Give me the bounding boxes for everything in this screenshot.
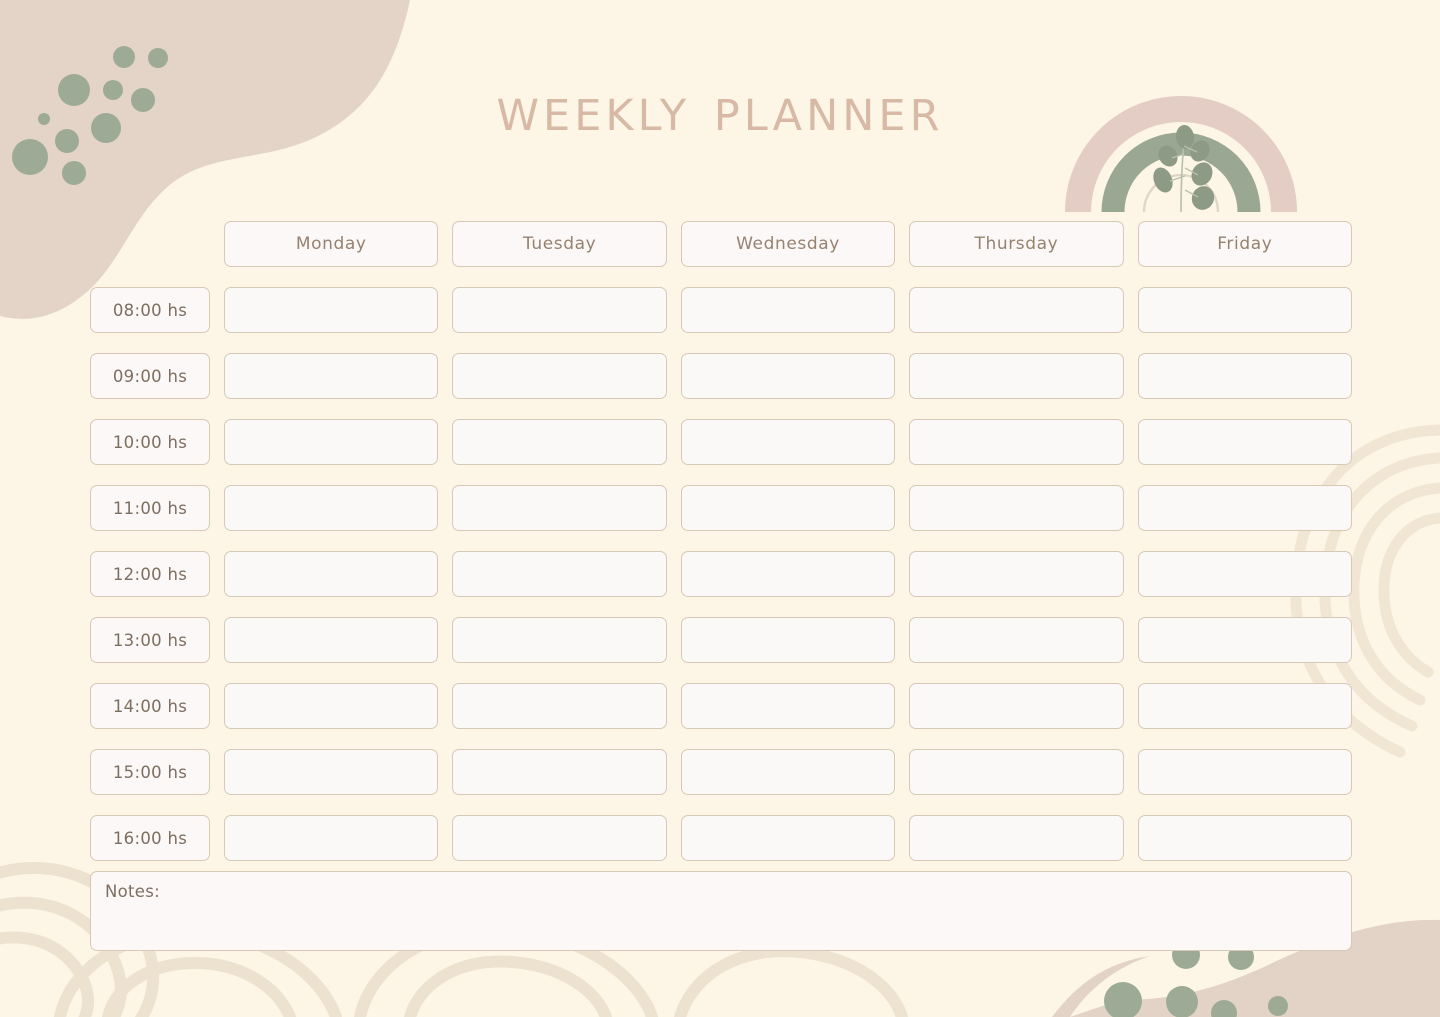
slot-1000-tuesday[interactable] [452, 419, 667, 465]
table-row: 12:00 hs [90, 551, 1353, 597]
table-row: 09:00 hs [90, 353, 1353, 399]
slot-1400-tuesday[interactable] [452, 683, 667, 729]
bottom-right-blob-tail-icon [1052, 956, 1150, 1017]
bottom-right-dots-icon [1104, 941, 1288, 1017]
slot-1600-tuesday[interactable] [452, 815, 667, 861]
slot-1600-friday[interactable] [1137, 815, 1353, 861]
day-header-wednesday[interactable]: Wednesday [680, 221, 896, 267]
day-header-friday[interactable]: Friday [1137, 221, 1353, 267]
slot-1500-monday[interactable] [224, 749, 439, 795]
slot-1300-monday[interactable] [224, 617, 439, 663]
table-row: 08:00 hs [90, 287, 1353, 333]
time-label-1400: 14:00 hs [90, 683, 210, 729]
slot-0800-thursday[interactable] [909, 287, 1124, 333]
day-header-row: Monday Tuesday Wednesday Thursday Friday [90, 221, 1353, 267]
slot-1400-friday[interactable] [1137, 683, 1353, 729]
table-row: 15:00 hs [90, 749, 1353, 795]
slot-1300-wednesday[interactable] [680, 617, 896, 663]
slot-0800-tuesday[interactable] [452, 287, 667, 333]
slot-1000-friday[interactable] [1137, 419, 1353, 465]
time-label-1000: 10:00 hs [90, 419, 210, 465]
slot-1200-wednesday[interactable] [680, 551, 896, 597]
slot-0900-friday[interactable] [1137, 353, 1353, 399]
slot-0800-monday[interactable] [224, 287, 439, 333]
slot-1000-wednesday[interactable] [680, 419, 896, 465]
time-label-0800: 08:00 hs [90, 287, 210, 333]
slot-1300-friday[interactable] [1137, 617, 1353, 663]
notes-field[interactable]: Notes: [90, 871, 1352, 951]
table-row: 16:00 hs [90, 815, 1353, 861]
time-label-1200: 12:00 hs [90, 551, 210, 597]
slot-0900-wednesday[interactable] [680, 353, 896, 399]
slot-1300-thursday[interactable] [909, 617, 1124, 663]
table-row: 13:00 hs [90, 617, 1353, 663]
time-label-1300: 13:00 hs [90, 617, 210, 663]
slot-1500-thursday[interactable] [909, 749, 1124, 795]
slot-1100-monday[interactable] [224, 485, 439, 531]
slot-1200-friday[interactable] [1137, 551, 1353, 597]
slot-1600-thursday[interactable] [909, 815, 1124, 861]
slot-1100-thursday[interactable] [909, 485, 1124, 531]
time-label-0900: 09:00 hs [90, 353, 210, 399]
slot-0900-monday[interactable] [224, 353, 439, 399]
slot-1200-tuesday[interactable] [452, 551, 667, 597]
slot-1600-wednesday[interactable] [680, 815, 896, 861]
day-header-thursday[interactable]: Thursday [909, 221, 1124, 267]
table-row: 11:00 hs [90, 485, 1353, 531]
slot-1100-wednesday[interactable] [680, 485, 896, 531]
slot-0900-thursday[interactable] [909, 353, 1124, 399]
slot-1400-monday[interactable] [224, 683, 439, 729]
slot-1200-thursday[interactable] [909, 551, 1124, 597]
slot-1300-tuesday[interactable] [452, 617, 667, 663]
time-label-1100: 11:00 hs [90, 485, 210, 531]
day-header-tuesday[interactable]: Tuesday [452, 221, 667, 267]
page-title: Weekly Planner [496, 72, 944, 145]
planner-page: Weekly Planner Monday Tuesday Wednesday … [0, 0, 1440, 1017]
notes-label: Notes: [105, 882, 161, 901]
slot-1200-monday[interactable] [224, 551, 439, 597]
slot-1500-wednesday[interactable] [680, 749, 896, 795]
time-label-1500: 15:00 hs [90, 749, 210, 795]
table-row: 14:00 hs [90, 683, 1353, 729]
slot-1600-monday[interactable] [224, 815, 439, 861]
slot-0900-tuesday[interactable] [452, 353, 667, 399]
slot-1500-friday[interactable] [1137, 749, 1353, 795]
slot-1100-tuesday[interactable] [452, 485, 667, 531]
slot-0800-friday[interactable] [1137, 287, 1353, 333]
slot-1400-wednesday[interactable] [680, 683, 896, 729]
slot-1500-tuesday[interactable] [452, 749, 667, 795]
time-label-1600: 16:00 hs [90, 815, 210, 861]
slot-1000-thursday[interactable] [909, 419, 1124, 465]
slot-0800-wednesday[interactable] [680, 287, 896, 333]
grid-corner-cell [90, 221, 210, 267]
header: Weekly Planner [0, 0, 1440, 215]
table-row: 10:00 hs [90, 419, 1353, 465]
planner-grid: Monday Tuesday Wednesday Thursday Friday… [90, 221, 1353, 861]
slot-1100-friday[interactable] [1137, 485, 1353, 531]
day-header-monday[interactable]: Monday [224, 221, 439, 267]
slot-1400-thursday[interactable] [909, 683, 1124, 729]
slot-1000-monday[interactable] [224, 419, 439, 465]
